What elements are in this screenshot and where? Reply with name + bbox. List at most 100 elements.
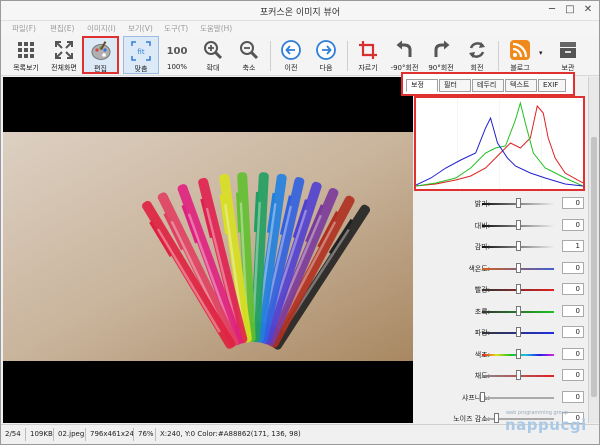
rotate-right-button[interactable]: 90°회전 [423,36,459,74]
slider-row: 빨강:0 [414,283,596,296]
slider-value-field[interactable]: 0 [562,391,584,403]
scrollbar-thumb[interactable] [591,137,597,397]
blog-button[interactable]: 블로그 [501,36,539,74]
fullscreen-button[interactable]: 전체화면 [45,36,83,74]
slider-thumb[interactable] [516,263,521,273]
fit-icon-text: fit [137,48,144,56]
slider-value-field[interactable]: 0 [562,262,584,274]
slider-row: 감마:1 [414,240,596,253]
rotate-left-button[interactable]: -90°회전 [386,36,423,74]
fit-button[interactable]: fit 맞춤 [123,36,159,74]
actual-size-icon: 100 [167,46,188,57]
slider-thumb[interactable] [516,349,521,359]
toolbar-separator [498,41,499,71]
slider-value-field[interactable]: 0 [562,283,584,295]
slider-thumb[interactable] [494,413,500,423]
slider-thumb[interactable] [516,198,521,208]
status-index: 2/54 [5,430,21,438]
menu-help[interactable]: 도움말(H) [200,23,232,34]
edit-button[interactable]: 편집 [82,36,119,74]
watermark-logo: nappucgi [505,416,587,434]
slider-value-field[interactable]: 0 [562,219,584,231]
slider-row: 색조:0 [414,348,596,361]
slider-value-field[interactable]: 0 [562,305,584,317]
histogram [414,96,585,191]
tab-exif[interactable]: EXIF [538,79,566,92]
previous-icon [281,40,301,60]
slider-row: 대비:0 [414,219,596,232]
toolbar-separator [347,41,348,71]
zoom-out-button[interactable]: 축소 [231,36,267,74]
zoom-in-icon [204,41,223,60]
image-viewport[interactable] [3,77,413,423]
slider-thumb[interactable] [516,220,521,230]
next-icon [316,40,336,60]
menu-edit[interactable]: 편집(E) [50,23,74,34]
previous-label: 이전 [284,64,298,72]
archive-icon [560,42,576,58]
tab-text[interactable]: 텍스트 [505,79,537,92]
toolbar-separator [270,41,271,71]
slider-row: 밝기:0 [414,197,596,210]
slider-value-field[interactable]: 0 [562,369,584,381]
panel-scrollbar[interactable] [588,77,599,423]
archive-button[interactable]: 보관 [549,36,587,74]
grid-icon [18,42,34,58]
slider-row: 샤프니스: 0 [414,391,596,404]
slider-thumb[interactable] [516,370,521,380]
adjust-panel: 보정 필터 테두리 텍스트 EXIF 밝기:0 대비:0 감마:1 색온도:0 빨강:0… [401,72,599,424]
fit-label: 맞춤 [134,65,148,73]
menu-file[interactable]: 파일(F) [12,23,36,34]
crop-button[interactable]: 자르기 [350,36,386,74]
panel-tabs: 보정 필터 테두리 텍스트 EXIF [401,72,575,96]
slider-value-field[interactable]: 0 [562,326,584,338]
actual-size-label: 100% [166,63,187,71]
crop-label: 자르기 [358,64,378,72]
slider-thumb[interactable] [516,327,521,337]
tab-border[interactable]: 테두리 [472,79,504,92]
slider-value-field[interactable]: 0 [562,197,584,209]
slider-track[interactable] [482,397,554,399]
maximize-button[interactable]: □ [562,3,578,17]
menu-tools[interactable]: 도구(T) [164,23,188,34]
palette-icon [91,41,110,60]
slider-thumb[interactable] [480,392,485,402]
status-dimensions: 796x461x24 [90,430,134,438]
menu-bar: 파일(F) 편집(E) 이미지(I) 보기(V) 도구(T) 도움말(H) [1,21,599,35]
actual-size-button[interactable]: 100 100% [159,36,195,74]
rotate-button[interactable]: 회전 [459,36,495,74]
previous-button[interactable]: 이전 [273,36,309,74]
window-title: 포커스온 이미지 뷰어 [259,8,341,18]
zoom-out-label: 축소 [242,64,256,72]
edit-label: 편집 [94,65,107,73]
title-bar: 포커스온 이미지 뷰어 ─ □ ✕ [1,1,599,21]
actual-size-icon-text: 100 [167,46,188,57]
chevron-down-icon[interactable]: ▾ [539,49,547,57]
status-pixel-info: X:240, Y:0 Color:#A88862(171, 136, 98) [160,430,301,438]
slider-row: 색온도: 0 [414,262,596,275]
next-button[interactable]: 다음 [308,36,344,74]
fullscreen-icon [55,41,73,59]
crop-icon [359,41,377,59]
rotate-right-icon [434,40,450,57]
tab-adjust[interactable]: 보정 [406,79,438,92]
menu-image[interactable]: 이미지(I) [87,23,116,34]
zoom-out-icon [240,41,259,60]
tab-filter[interactable]: 필터 [439,79,471,92]
fullscreen-label: 전체화면 [51,64,77,72]
menu-view[interactable]: 보기(V) [128,23,153,34]
minimize-button[interactable]: ─ [544,3,560,17]
zoom-in-label: 확대 [206,64,220,72]
slider-value-field[interactable]: 0 [562,348,584,360]
slider-row: 채도:0 [414,369,596,382]
slider-thumb[interactable] [516,306,521,316]
close-button[interactable]: ✕ [580,3,596,17]
status-zoom: 76% [138,430,154,438]
slider-thumb[interactable] [516,284,521,294]
slider-value-field[interactable]: 1 [562,240,584,252]
fit-icon: fit [131,41,151,61]
zoom-in-button[interactable]: 확대 [195,36,231,74]
toolbar: 목록보기 전체화면 편집 fit 맞춤 100 100% 확대 축소 이전 다음… [1,35,599,76]
slider-thumb[interactable] [516,241,521,251]
list-view-button[interactable]: 목록보기 [7,36,45,74]
